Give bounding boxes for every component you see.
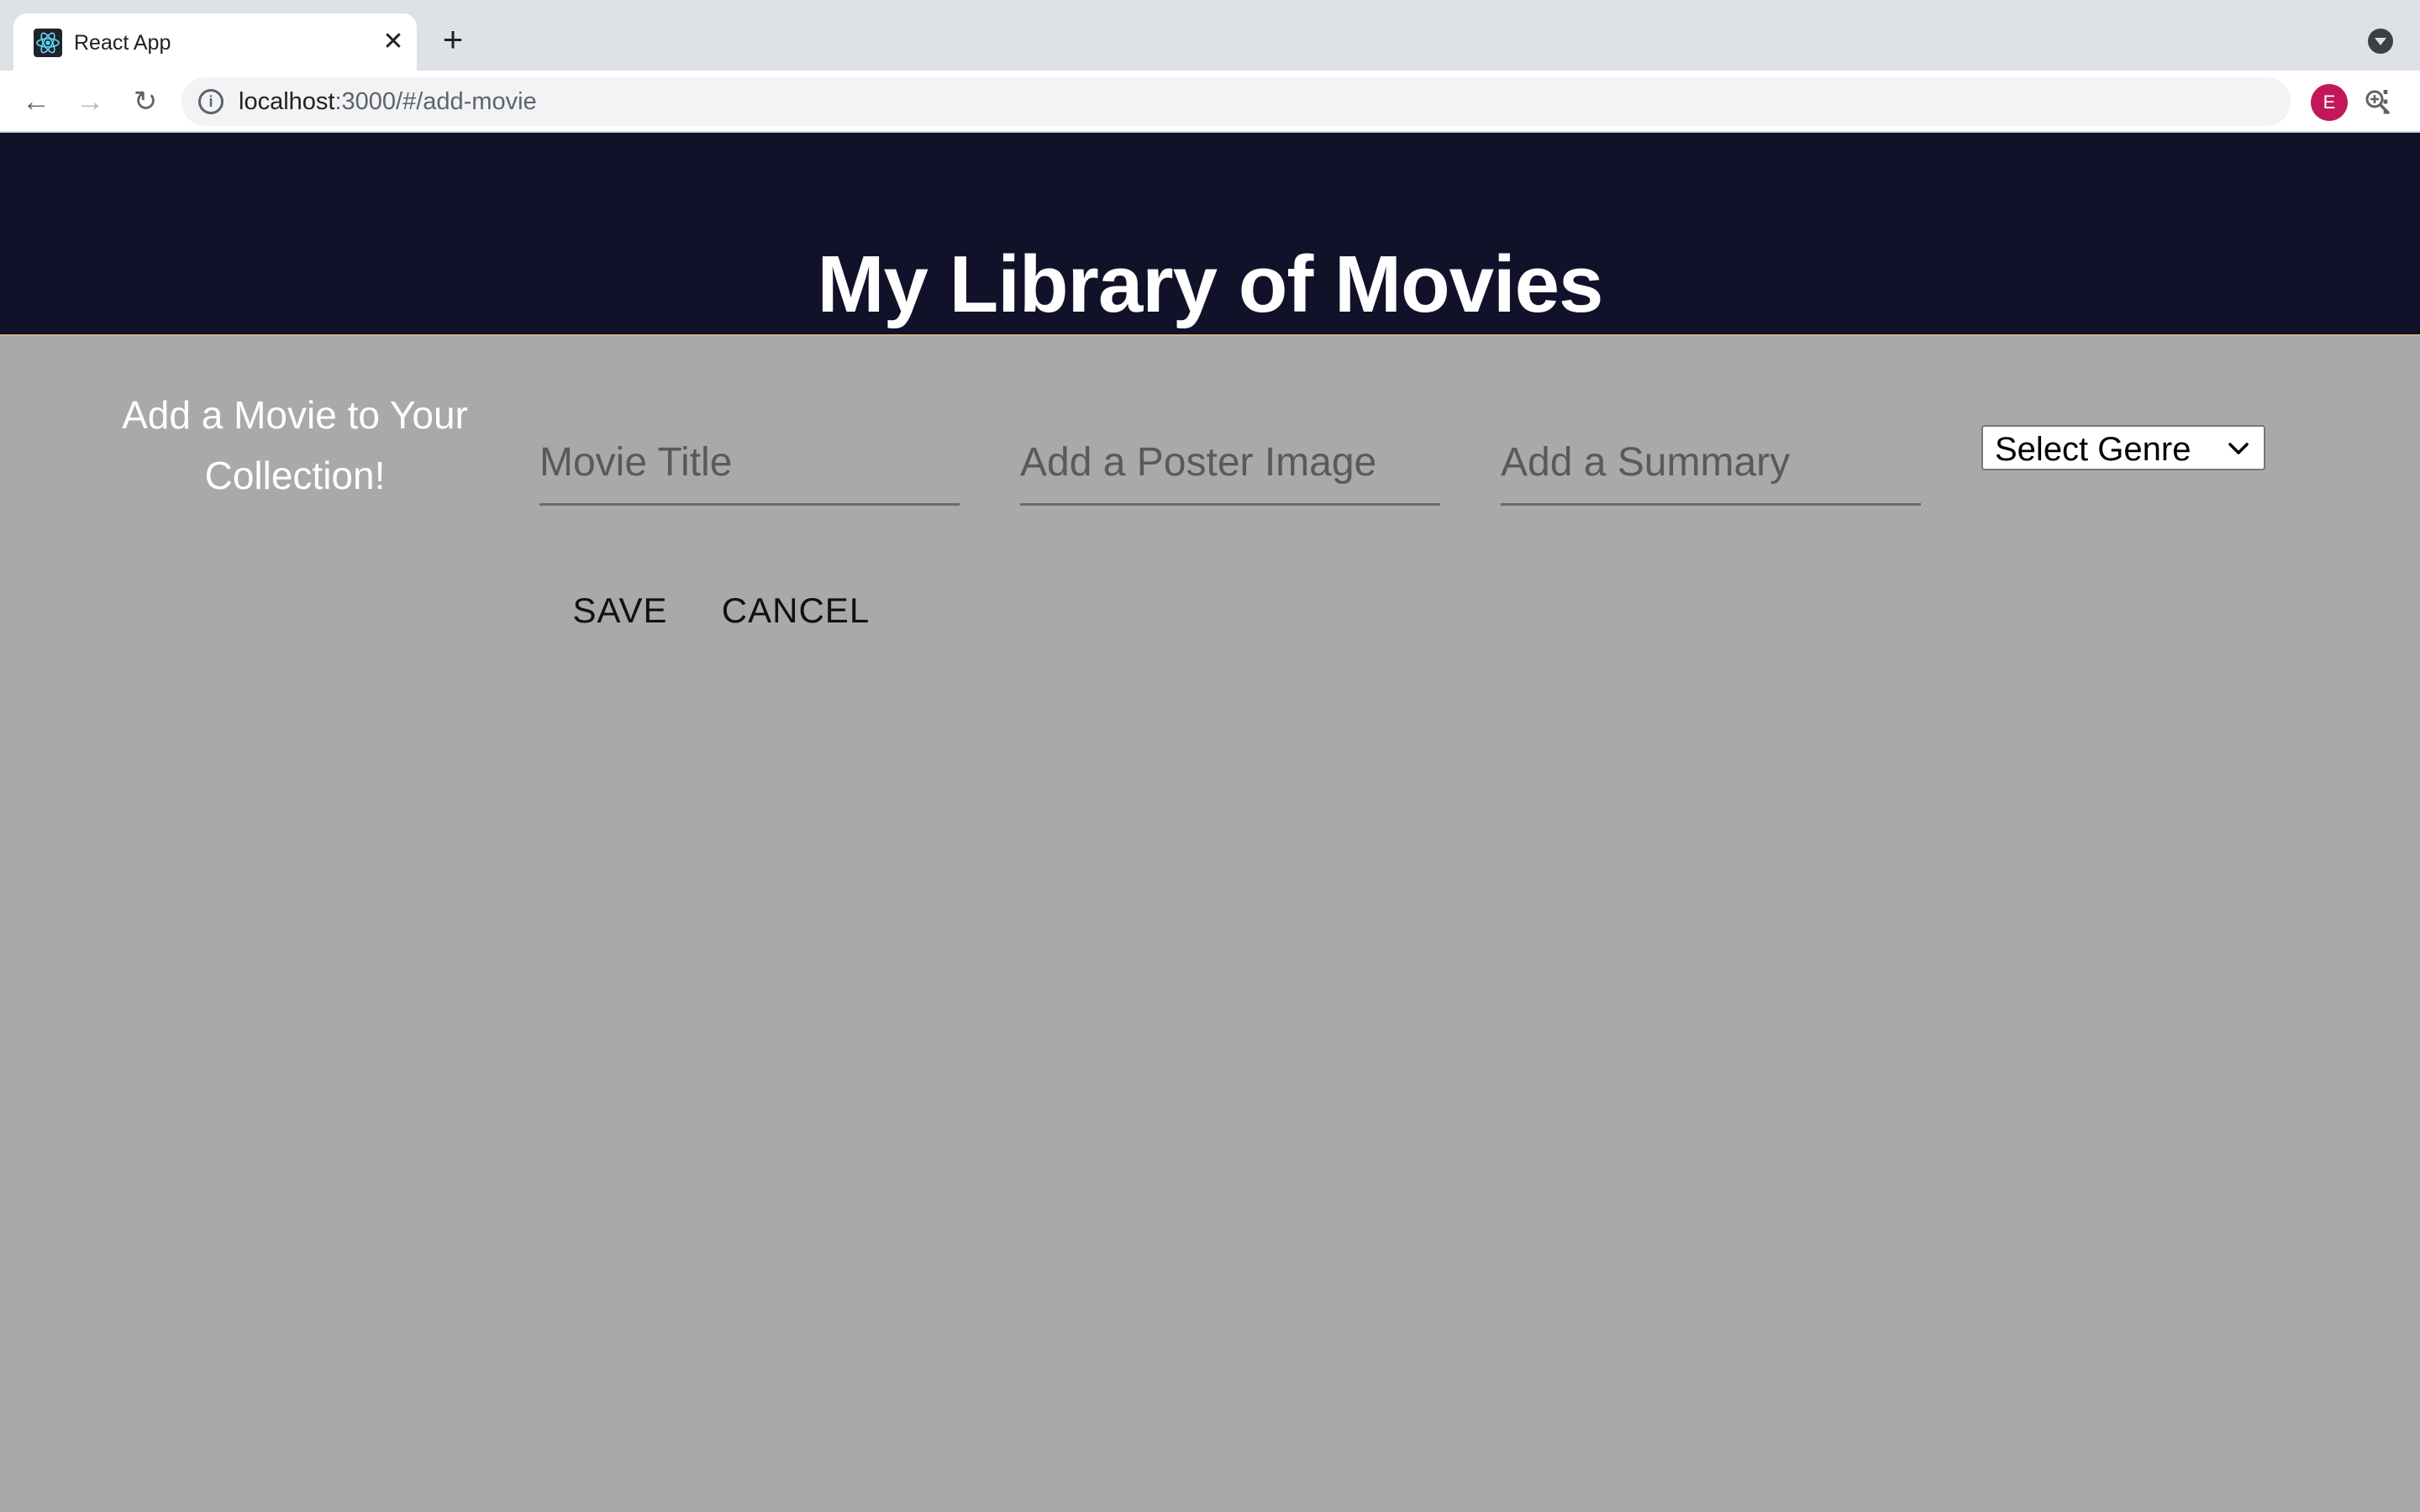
form-heading: Add a Movie to Your Collection! (122, 393, 468, 497)
summary-input[interactable] (1501, 430, 1921, 506)
react-logo-icon (34, 29, 62, 57)
forward-arrow-icon[interactable]: → (71, 82, 109, 121)
address-bar[interactable]: i localhost:3000/#/add-movie ☆ (182, 77, 2390, 126)
movie-title-input[interactable] (539, 430, 960, 506)
url-host: localhost (239, 88, 335, 115)
save-button[interactable]: SAVE (556, 580, 684, 642)
cancel-button[interactable]: CANCEL (711, 580, 881, 642)
url-path: :3000/#/add-movie (334, 88, 537, 115)
chevron-down-icon (2223, 433, 2254, 464)
genre-select-value: Select Genre (1995, 431, 2191, 468)
browser-tab[interactable]: React App ✕ (13, 13, 417, 71)
page-title: My Library of Movies (817, 239, 1604, 329)
browser-toolbar: ← → ↻ i localhost:3000/#/add-movie ☆ E ⋮ (0, 71, 2420, 133)
browser-menu-icon[interactable]: ⋮ (2371, 82, 2400, 121)
poster-image-input[interactable] (1020, 430, 1440, 506)
tab-search-icon[interactable] (2368, 29, 2393, 54)
url-text: localhost:3000/#/add-movie (239, 87, 537, 116)
reload-icon[interactable]: ↻ (126, 82, 165, 121)
tab-title: React App (74, 31, 171, 55)
back-arrow-icon[interactable]: ← (17, 82, 55, 121)
app-header: My Library of Movies (0, 133, 2420, 336)
browser-tab-strip: React App ✕ + (0, 0, 2420, 71)
new-tab-icon[interactable]: + (434, 20, 472, 59)
close-tab-icon[interactable]: ✕ (376, 25, 410, 59)
profile-avatar[interactable]: E (2311, 84, 2348, 121)
genre-select[interactable]: Select Genre (1981, 425, 2265, 470)
info-icon[interactable]: i (198, 89, 224, 114)
